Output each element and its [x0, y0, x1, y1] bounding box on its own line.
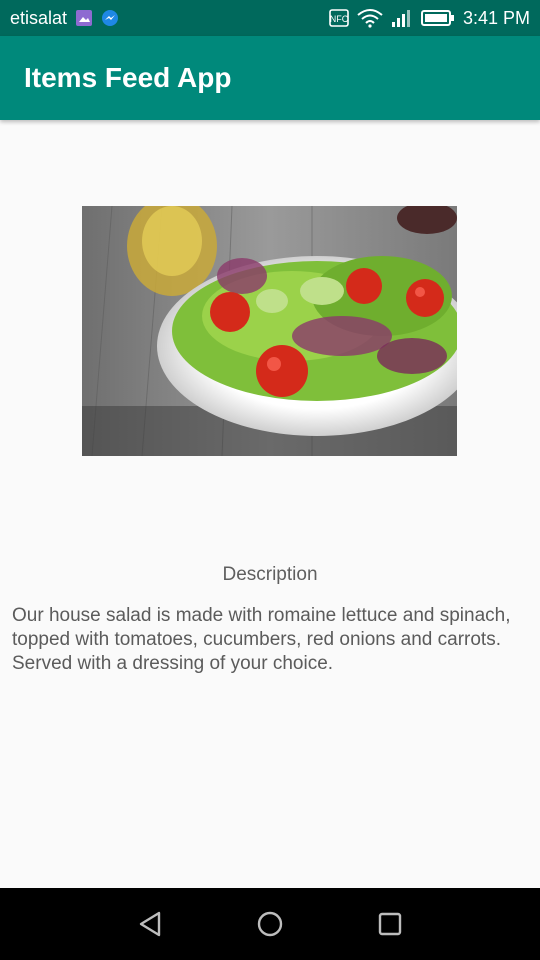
nfc-icon: NFC [329, 9, 349, 27]
app-bar: Items Feed App [0, 36, 540, 120]
messenger-icon [101, 9, 119, 27]
recents-button[interactable] [365, 899, 415, 949]
status-right: NFC 3:41 PM [329, 8, 530, 29]
navigation-bar [0, 888, 540, 960]
home-icon [257, 911, 283, 937]
gallery-notification-icon [75, 9, 93, 27]
item-detail: Description Our house salad is made with… [0, 120, 540, 888]
carrier-name: etisalat [10, 7, 68, 28]
description-text: Our house salad is made with romaine let… [12, 605, 511, 674]
battery-icon [420, 9, 455, 27]
status-time: 3:41 PM [462, 7, 530, 28]
recents-icon [378, 912, 402, 936]
salad-photo [82, 196, 477, 457]
description-title: Description [222, 564, 318, 585]
status-bar: etisalat NFC 3:41 PM [0, 0, 540, 36]
wifi-icon [357, 8, 383, 28]
svg-text:NFC: NFC [330, 14, 349, 24]
signal-icon [391, 8, 413, 28]
status-left: etisalat [10, 8, 119, 29]
app-title: Items Feed App [24, 62, 232, 93]
home-button[interactable] [245, 899, 295, 949]
back-icon [139, 911, 161, 937]
back-button[interactable] [125, 899, 175, 949]
